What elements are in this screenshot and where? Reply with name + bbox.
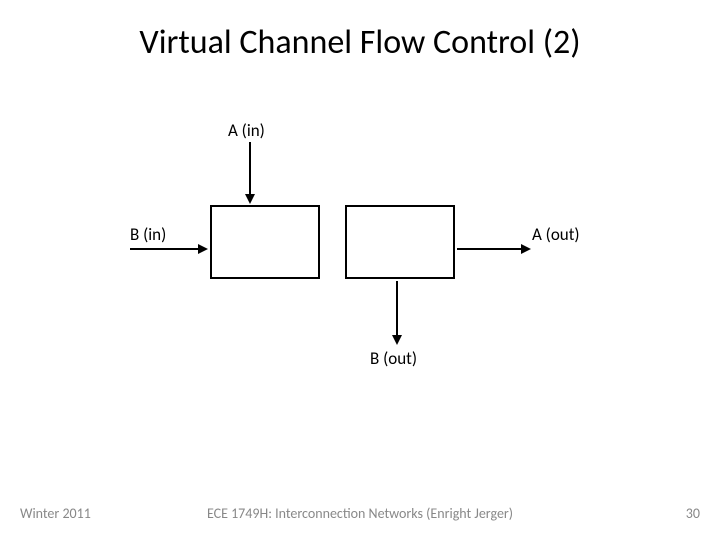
slide-title: Virtual Channel Flow Control (2) <box>0 22 720 63</box>
label-a-out: A (out) <box>532 224 580 245</box>
arrow-b-in-head <box>198 244 208 254</box>
node-box-left <box>210 205 320 279</box>
arrow-b-out-head <box>392 335 402 345</box>
label-b-out: B (out) <box>370 348 417 369</box>
node-box-right <box>345 205 455 279</box>
arrow-b-in <box>130 248 200 250</box>
arrow-b-out <box>396 281 398 337</box>
label-a-in: A (in) <box>228 120 265 141</box>
arrow-a-out-head <box>521 244 531 254</box>
arrow-a-in <box>249 142 251 196</box>
arrow-a-out <box>457 248 523 250</box>
footer-course: ECE 1749H: Interconnection Networks (Enr… <box>0 505 720 522</box>
label-b-in: B (in) <box>130 224 166 245</box>
flow-diagram: A (in) B (in) A (out) B (out) <box>0 120 720 380</box>
arrow-a-in-head <box>245 194 255 204</box>
footer-page-number: 30 <box>686 505 700 522</box>
